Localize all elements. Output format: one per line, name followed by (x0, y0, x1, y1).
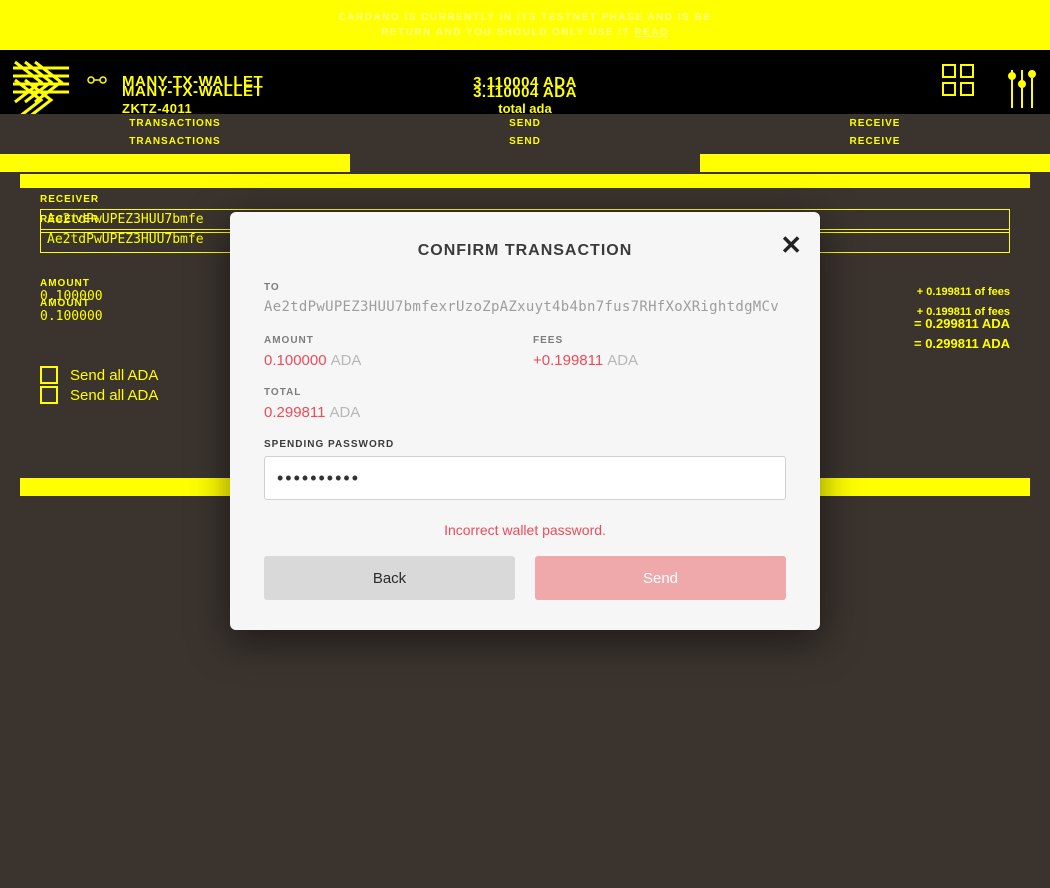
spending-password-input[interactable] (264, 456, 786, 500)
banner-line1: CARDANO IS CURRENTLY IN ITS TESTNET PHAS… (339, 12, 712, 23)
to-address: Ae2tdPwUPEZ3HUU7bmfexrUzoZpAZxuyt4b4bn7f… (264, 299, 786, 315)
tab-bar: TRANSACTIONS SEND RECEIVE TRANSACTIONS S… (0, 114, 1050, 154)
send-all-checkbox-dup: Send all ADA (40, 386, 158, 404)
back-button[interactable]: Back (264, 556, 515, 600)
wallet-header: MANY-TX-WALLET 3.110004 ADA (0, 50, 1050, 114)
confirm-transaction-modal: CONFIRM TRANSACTION ✕ TO Ae2tdPwUPEZ3HUU… (230, 212, 820, 630)
send-all-checkbox[interactable]: Send all ADA (40, 366, 158, 384)
banner-line2: RETURN AND YOU SHOULD ONLY USE IT READ (381, 27, 669, 38)
banner-link[interactable]: READ (634, 27, 668, 38)
send-all-label: Send all ADA (70, 367, 158, 384)
modal-total-value: 0.299811ADA (264, 404, 786, 421)
wallet-balance-dup: 3.110004 ADA (473, 84, 577, 101)
error-message: Incorrect wallet password. (264, 522, 786, 538)
modal-fees-label: FEES (533, 335, 786, 346)
modal-amount-label: AMOUNT (264, 335, 517, 346)
modal-amount-value: 0.100000ADA (264, 352, 517, 369)
send-button[interactable]: Send (535, 556, 786, 600)
total-note-dup: = 0.299811 ADA (914, 336, 1010, 351)
send-panel: RECEIVER Ae2tdPwUPEZ3HUU7bmfe RECEIVER A… (0, 174, 1050, 214)
to-label: TO (264, 282, 786, 293)
wallet-name-dup: MANY-TX-WALLET (122, 83, 263, 101)
fee-note: + 0.199811 of fees (917, 286, 1010, 298)
testnet-banner: CARDANO IS CURRENTLY IN ITS TESTNET PHAS… (0, 0, 1050, 50)
tab-send[interactable]: SEND (350, 114, 700, 134)
tab-send-dup: SEND (350, 132, 700, 152)
receiver-label: RECEIVER (40, 194, 1010, 205)
modal-total-label: TOTAL (264, 387, 786, 398)
tab-underline-right (700, 154, 1050, 172)
tab-underline-left (0, 154, 350, 172)
modal-fees-value: +0.199811ADA (533, 352, 786, 369)
tab-transactions-dup: TRANSACTIONS (0, 132, 350, 152)
close-icon[interactable]: ✕ (780, 232, 802, 258)
tab-transactions[interactable]: TRANSACTIONS (0, 114, 350, 134)
modal-title: CONFIRM TRANSACTION (264, 242, 786, 260)
tab-receive[interactable]: RECEIVE (700, 114, 1050, 134)
total-note: = 0.299811 ADA (914, 316, 1010, 331)
spending-password-label: SPENDING PASSWORD (264, 439, 786, 450)
checkbox-icon[interactable] (40, 366, 58, 384)
tab-receive-dup: RECEIVE (700, 132, 1050, 152)
